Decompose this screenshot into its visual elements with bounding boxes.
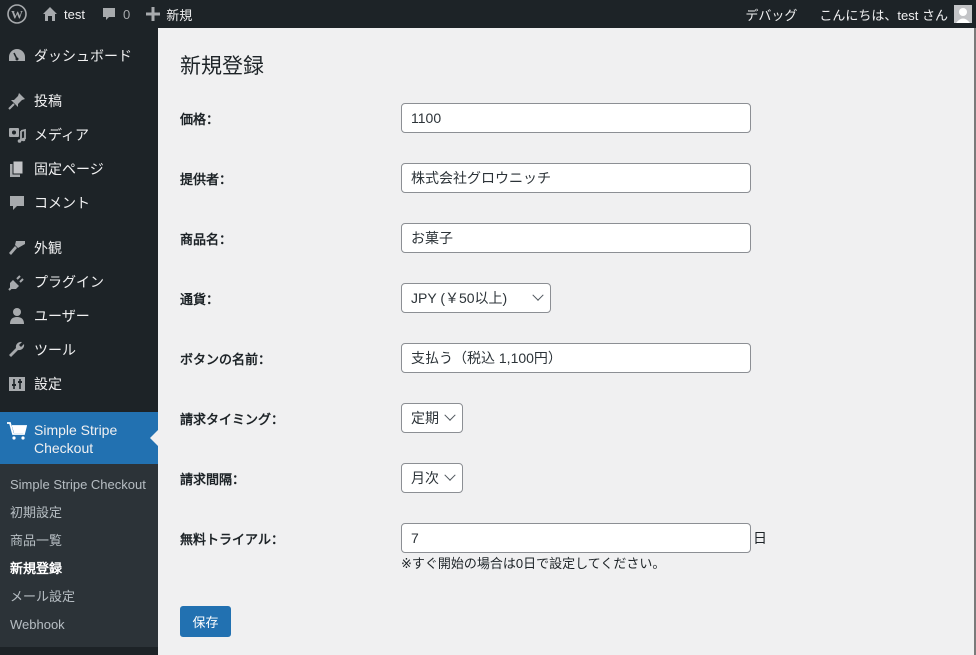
billing-timing-selected: 定期 — [411, 410, 439, 426]
product-name-row: 商品名： お菓子 — [180, 223, 920, 253]
account-menu[interactable]: こんにちは、test さん — [811, 0, 976, 28]
save-button[interactable]: 保存 — [180, 606, 231, 637]
submenu: Simple Stripe Checkout 初期設定 商品一覧 新規登録 メー… — [0, 464, 158, 647]
site-name: test — [64, 6, 85, 22]
new-content-link[interactable]: 新規 — [138, 0, 200, 28]
submenu-item-initial-settings[interactable]: 初期設定 — [0, 499, 158, 527]
button-name-row: ボタンの名前： 支払う（税込 1,100円） — [180, 343, 920, 373]
svg-text:W: W — [11, 8, 23, 22]
admin-sidebar: ダッシュボード 投稿 メディア 固定ページ コメント 外観 プラグイン ユーザー… — [0, 28, 158, 655]
media-icon — [7, 125, 27, 145]
submenu-item-new-registration[interactable]: 新規登録 — [0, 555, 158, 583]
sidebar-item-label: ツール — [34, 342, 76, 358]
chevron-down-icon — [532, 289, 544, 301]
product-name-label: 商品名： — [180, 231, 233, 247]
sidebar-item-posts[interactable]: 投稿 — [0, 84, 158, 118]
plugin-icon — [7, 272, 27, 292]
sidebar-item-label: 固定ページ — [34, 161, 104, 177]
sidebar-item-comments[interactable]: コメント — [0, 186, 158, 220]
billing-timing-select[interactable]: 定期 — [401, 403, 463, 433]
plus-icon — [146, 7, 161, 21]
submenu-item-simple-stripe-checkout[interactable]: Simple Stripe Checkout — [0, 471, 158, 499]
sidebar-item-plugins[interactable]: プラグイン — [0, 265, 158, 299]
wordpress-logo-icon: W — [7, 4, 27, 24]
submenu-item-mail-settings[interactable]: メール設定 — [0, 583, 158, 611]
admin-bar: W test 0 新規 デバッグ こんにちは、test さん — [0, 0, 976, 28]
pin-icon — [7, 91, 27, 111]
sidebar-item-label: ユーザー — [34, 308, 90, 324]
billing-interval-select[interactable]: 月次 — [401, 463, 463, 493]
price-row: 価格： 1100 — [180, 103, 920, 133]
billing-interval-label: 請求間隔： — [180, 471, 246, 487]
home-icon — [42, 6, 58, 22]
product-name-input[interactable]: お菓子 — [401, 223, 751, 253]
sidebar-item-users[interactable]: ユーザー — [0, 299, 158, 333]
wrench-icon — [7, 340, 27, 360]
provider-input[interactable]: 株式会社グロウニッチ — [401, 163, 751, 193]
sidebar-item-pages[interactable]: 固定ページ — [0, 152, 158, 186]
free-trial-hint: ※すぐ開始の場合は0日で設定してください。 — [401, 556, 666, 571]
sidebar-item-media[interactable]: メディア — [0, 118, 158, 152]
window-edge — [950, 28, 976, 655]
sidebar-item-appearance[interactable]: 外観 — [0, 231, 158, 265]
currency-selected: JPY (￥50以上) — [411, 290, 508, 306]
button-name-input[interactable]: 支払う（税込 1,100円） — [401, 343, 751, 373]
free-trial-input[interactable]: 7 — [401, 523, 751, 553]
currency-row: 通貨： JPY (￥50以上) — [180, 283, 920, 313]
free-trial-suffix: 日 — [753, 530, 767, 546]
currency-label: 通貨： — [180, 291, 220, 307]
greeting: こんにちは、test さん — [819, 7, 948, 23]
provider-label: 提供者： — [180, 171, 233, 187]
free-trial-label: 無料トライアル： — [180, 531, 285, 547]
wordpress-logo-button[interactable]: W — [0, 0, 34, 28]
sidebar-item-settings[interactable]: 設定 — [0, 367, 158, 401]
sidebar-item-label: ダッシュボード — [34, 48, 132, 64]
settings-icon — [7, 374, 27, 394]
avatar — [954, 5, 972, 23]
sidebar-item-tools[interactable]: ツール — [0, 333, 158, 367]
billing-interval-row: 請求間隔： 月次 — [180, 463, 920, 493]
comment-icon — [7, 193, 27, 213]
chevron-down-icon — [444, 409, 456, 421]
sidebar-item-label: 投稿 — [34, 93, 62, 109]
button-name-label: ボタンの名前： — [180, 351, 272, 367]
price-input[interactable]: 1100 — [401, 103, 751, 133]
comments-link[interactable]: 0 — [93, 0, 138, 28]
submenu-item-webhook[interactable]: Webhook — [0, 611, 158, 639]
comments-count: 0 — [122, 6, 131, 22]
free-trial-row: 無料トライアル： 7 日 — [180, 523, 920, 553]
site-name-link[interactable]: test — [34, 0, 93, 28]
dashboard-icon — [7, 46, 27, 66]
brush-icon — [7, 238, 27, 258]
comment-icon — [101, 6, 117, 22]
sidebar-item-label: プラグイン — [34, 274, 104, 290]
pages-icon — [7, 159, 27, 179]
debug-label: デバッグ — [745, 7, 798, 23]
user-icon — [7, 306, 27, 326]
chevron-down-icon — [444, 469, 456, 481]
billing-interval-selected: 月次 — [411, 470, 439, 486]
sidebar-item-simple-stripe-checkout[interactable]: Simple Stripe Checkout — [0, 412, 158, 464]
main-content: 新規登録 価格： 1100 提供者： 株式会社グロウニッチ 商品名： お菓子 通… — [158, 28, 950, 655]
billing-timing-label: 請求タイミング： — [180, 411, 285, 427]
sidebar-item-label: Simple Stripe Checkout — [34, 422, 118, 456]
price-label: 価格： — [180, 111, 220, 127]
submenu-item-product-list[interactable]: 商品一覧 — [0, 527, 158, 555]
sidebar-item-label: コメント — [34, 195, 90, 211]
sidebar-item-label: 設定 — [34, 376, 62, 392]
cart-icon — [7, 421, 27, 441]
sidebar-item-label: 外観 — [34, 240, 62, 256]
billing-timing-row: 請求タイミング： 定期 — [180, 403, 920, 433]
debug-link[interactable]: デバッグ — [737, 0, 811, 28]
sidebar-item-dashboard[interactable]: ダッシュボード — [0, 39, 158, 73]
currency-select[interactable]: JPY (￥50以上) — [401, 283, 551, 313]
new-label: 新規 — [166, 7, 193, 23]
provider-row: 提供者： 株式会社グロウニッチ — [180, 163, 920, 193]
page-title: 新規登録 — [180, 55, 264, 78]
sidebar-item-label: メディア — [34, 127, 90, 143]
